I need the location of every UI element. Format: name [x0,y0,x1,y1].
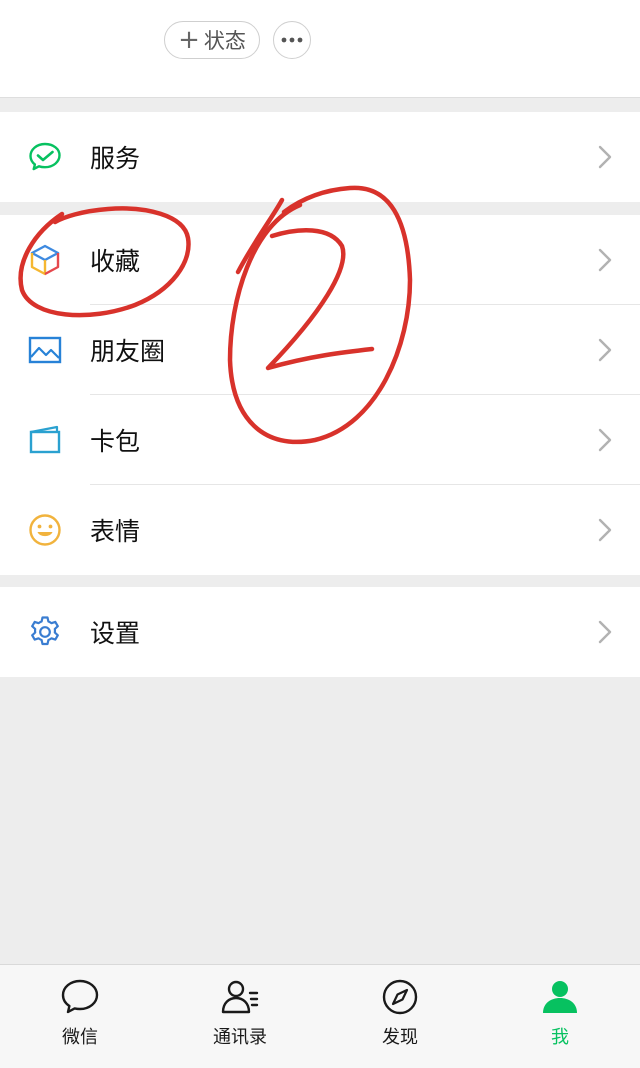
menu-item-label: 设置 [90,619,141,648]
divider [0,97,640,98]
bottom-tab-bar: 微信 通讯录 发现 我 [0,964,640,1068]
tab-label: 我 [551,1027,569,1048]
compass-icon [382,979,418,1015]
menu-item-cards[interactable]: 卡包 [0,395,640,485]
picture-icon [28,336,62,364]
tab-me[interactable]: 我 [480,965,640,1068]
service-group: 服务 [0,112,640,202]
card-icon [29,425,61,454]
chevron-right-icon [598,518,612,542]
menu-item-label: 收藏 [90,247,141,276]
menu-item-label: 卡包 [90,427,141,456]
status-button-label: 状态 [203,29,246,53]
chat-bubble-icon [61,979,99,1014]
more-icon [281,37,303,43]
chevron-right-icon [598,248,612,272]
menu-item-favorites[interactable]: 收藏 [0,215,640,305]
tab-contacts[interactable]: 通讯录 [160,965,320,1068]
menu-item-settings[interactable]: 设置 [0,587,640,677]
tab-label: 微信 [62,1027,98,1048]
tab-chats[interactable]: 微信 [0,965,160,1068]
menu-item-label: 服务 [90,144,141,173]
plus-icon: + [178,25,200,55]
menu-item-label: 表情 [90,517,141,546]
person-icon [543,981,577,1013]
profile-header: + 状态 [0,0,640,98]
cube-icon [30,244,60,276]
wechat-pay-icon [29,142,61,171]
tab-discover[interactable]: 发现 [320,965,480,1068]
menu-item-stickers[interactable]: 表情 [0,485,640,575]
more-button[interactable] [273,21,311,59]
smiley-icon [29,514,61,546]
chevron-right-icon [598,338,612,362]
features-group: 收藏 朋友圈 卡包 表情 [0,215,640,575]
chevron-right-icon [598,620,612,644]
chevron-right-icon [598,428,612,452]
tab-label: 发现 [382,1027,418,1048]
contacts-icon [221,980,259,1014]
menu-item-service[interactable]: 服务 [0,112,640,202]
settings-group: 设置 [0,587,640,677]
chevron-right-icon [598,145,612,169]
menu-item-moments[interactable]: 朋友圈 [0,305,640,395]
tab-label: 通讯录 [213,1027,267,1048]
add-status-button[interactable]: + 状态 [164,21,260,59]
menu-item-label: 朋友圈 [90,337,166,366]
gear-icon [31,616,59,646]
